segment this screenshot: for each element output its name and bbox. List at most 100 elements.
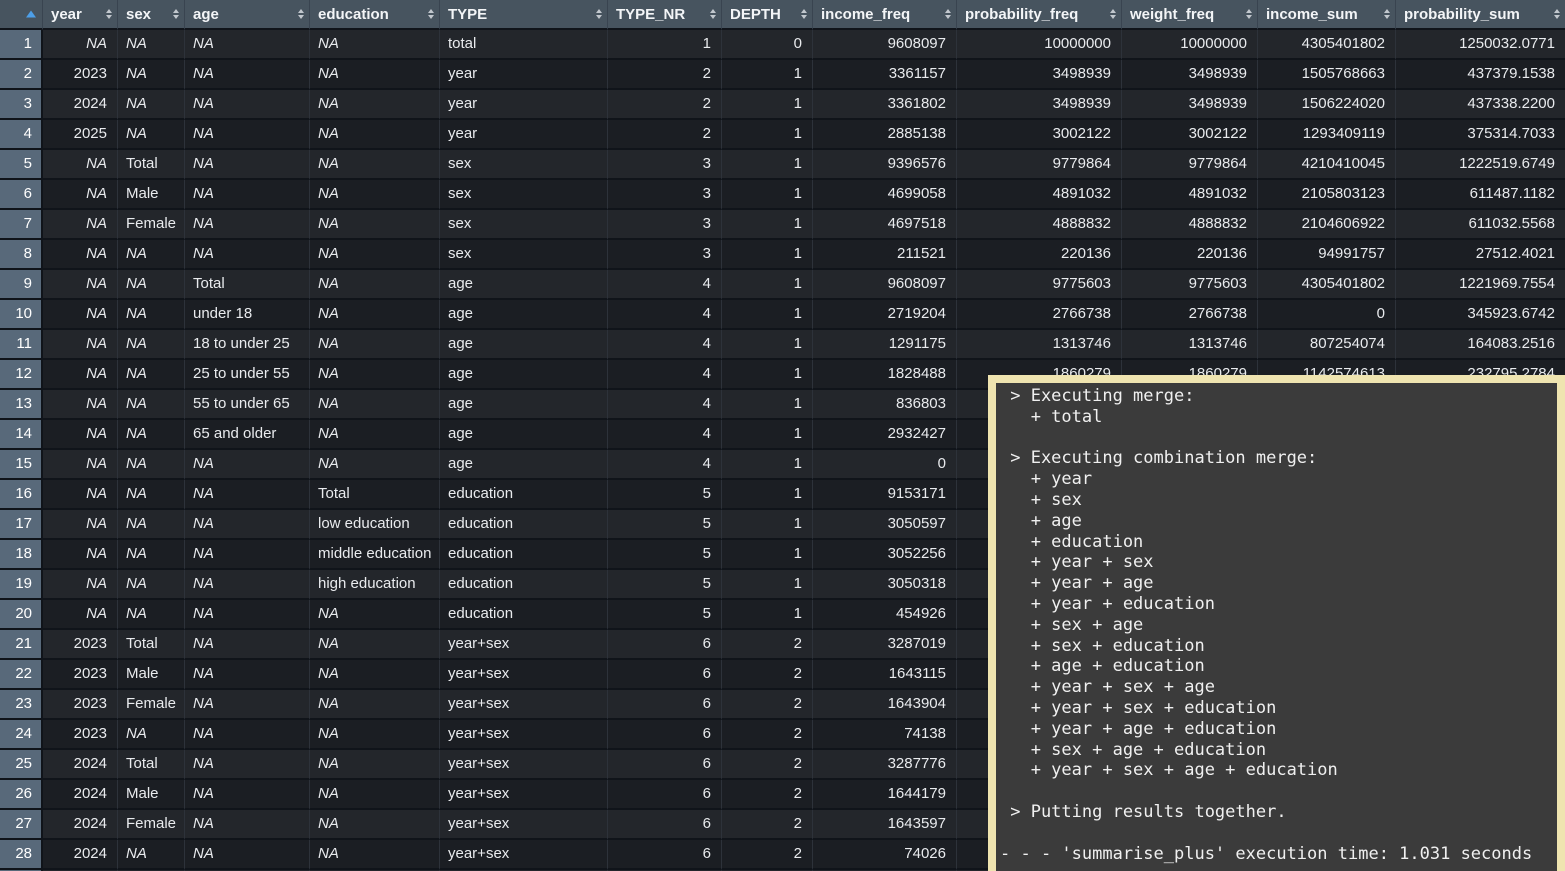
cell-probability_freq: 3002122 (957, 120, 1122, 150)
cell-probability_sum: 375314.7033 (1396, 120, 1565, 150)
sort-icon[interactable] (1384, 9, 1390, 19)
cell-TYPE_NR: 3 (608, 210, 722, 240)
cell-DEPTH: 1 (722, 240, 813, 270)
column-header-sex[interactable]: sex (118, 0, 185, 30)
column-header-probability_freq[interactable]: probability_freq (957, 0, 1122, 30)
cell-sex: Female (118, 810, 185, 840)
cell-sex: NA (118, 600, 185, 630)
column-label: sex (118, 6, 151, 23)
column-header-DEPTH[interactable]: DEPTH (722, 0, 813, 30)
cell-income_freq: 2719204 (813, 300, 957, 330)
cell-age: NA (185, 60, 310, 90)
table-row: 32024NANANAyear2133618023498939349893915… (0, 90, 1565, 120)
sort-icon[interactable] (298, 9, 304, 19)
sort-icon[interactable] (801, 9, 807, 19)
cell-DEPTH: 1 (722, 270, 813, 300)
cell-age: NA (185, 30, 310, 60)
cell-TYPE_NR: 4 (608, 420, 722, 450)
cell-weight_freq: 9779864 (1122, 150, 1258, 180)
table-row: 1NANANANAtotal10960809710000000100000004… (0, 30, 1565, 60)
column-label: age (185, 6, 219, 23)
sort-icon[interactable] (173, 9, 179, 19)
cell-TYPE: year+sex (440, 720, 608, 750)
cell-TYPE_NR: 6 (608, 840, 722, 870)
cell-DEPTH: 1 (722, 120, 813, 150)
cell-DEPTH: 1 (722, 600, 813, 630)
column-header-income_freq[interactable]: income_freq (813, 0, 957, 30)
cell-income_freq: 9396576 (813, 150, 957, 180)
row-number: 2 (0, 60, 43, 90)
cell-probability_sum: 27512.4021 (1396, 240, 1565, 270)
cell-year: NA (43, 390, 118, 420)
row-number: 23 (0, 690, 43, 720)
sort-icon[interactable] (1246, 9, 1252, 19)
row-number: 9 (0, 270, 43, 300)
sort-icon[interactable] (106, 9, 112, 19)
sort-icon[interactable] (428, 9, 434, 19)
column-header-age[interactable]: age (185, 0, 310, 30)
cell-weight_freq: 2766738 (1122, 300, 1258, 330)
cell-weight_freq: 3002122 (1122, 120, 1258, 150)
cell-sex: Total (118, 750, 185, 780)
row-number: 4 (0, 120, 43, 150)
row-number: 25 (0, 750, 43, 780)
row-number: 18 (0, 540, 43, 570)
cell-DEPTH: 1 (722, 540, 813, 570)
cell-education: NA (310, 750, 440, 780)
cell-TYPE_NR: 2 (608, 60, 722, 90)
sort-icon[interactable] (945, 9, 951, 19)
row-number: 26 (0, 780, 43, 810)
cell-TYPE_NR: 6 (608, 810, 722, 840)
cell-probability_freq: 10000000 (957, 30, 1122, 60)
row-number-column-header[interactable] (0, 0, 43, 30)
column-label: TYPE (440, 6, 487, 23)
row-number: 13 (0, 390, 43, 420)
cell-age: NA (185, 150, 310, 180)
cell-age: NA (185, 690, 310, 720)
cell-age: NA (185, 480, 310, 510)
cell-DEPTH: 2 (722, 660, 813, 690)
cell-DEPTH: 2 (722, 780, 813, 810)
cell-DEPTH: 1 (722, 420, 813, 450)
column-header-weight_freq[interactable]: weight_freq (1122, 0, 1258, 30)
cell-year: 2024 (43, 780, 118, 810)
cell-TYPE_NR: 5 (608, 480, 722, 510)
cell-sex: NA (118, 510, 185, 540)
cell-education: middle education (310, 540, 440, 570)
column-header-TYPE_NR[interactable]: TYPE_NR (608, 0, 722, 30)
column-header-year[interactable]: year (43, 0, 118, 30)
row-number: 14 (0, 420, 43, 450)
cell-probability_sum: 437379.1538 (1396, 60, 1565, 90)
table-row: 6NAMaleNANAsex31469905848910324891032210… (0, 180, 1565, 210)
cell-weight_freq: 4891032 (1122, 180, 1258, 210)
column-label: income_freq (813, 6, 910, 23)
cell-TYPE_NR: 4 (608, 300, 722, 330)
column-header-probability_sum[interactable]: probability_sum (1396, 0, 1565, 30)
cell-education: NA (310, 120, 440, 150)
cell-education: NA (310, 60, 440, 90)
cell-TYPE_NR: 3 (608, 240, 722, 270)
sort-icon[interactable] (710, 9, 716, 19)
cell-TYPE_NR: 3 (608, 150, 722, 180)
cell-probability_freq: 3498939 (957, 90, 1122, 120)
sort-icon[interactable] (596, 9, 602, 19)
cell-income_freq: 3361802 (813, 90, 957, 120)
header-row: yearsexageeducationTYPETYPE_NRDEPTHincom… (0, 0, 1565, 30)
cell-TYPE_NR: 5 (608, 510, 722, 540)
cell-education: NA (310, 810, 440, 840)
sort-icon[interactable] (1110, 9, 1116, 19)
cell-DEPTH: 2 (722, 810, 813, 840)
column-header-income_sum[interactable]: income_sum (1258, 0, 1396, 30)
cell-education: NA (310, 720, 440, 750)
cell-education: low education (310, 510, 440, 540)
column-header-TYPE[interactable]: TYPE (440, 0, 608, 30)
column-header-education[interactable]: education (310, 0, 440, 30)
cell-TYPE_NR: 3 (608, 180, 722, 210)
cell-DEPTH: 1 (722, 60, 813, 90)
cell-age: Total (185, 270, 310, 300)
cell-sex: NA (118, 120, 185, 150)
cell-education: high education (310, 570, 440, 600)
cell-probability_freq: 9775603 (957, 270, 1122, 300)
column-label: probability_sum (1396, 6, 1520, 23)
sort-icon[interactable] (1554, 9, 1560, 19)
